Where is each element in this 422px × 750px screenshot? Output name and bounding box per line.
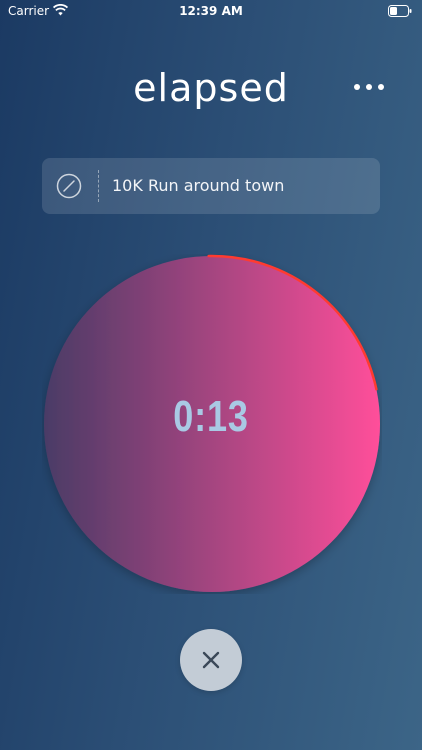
- more-dot: [366, 84, 372, 90]
- task-divider: [98, 170, 99, 202]
- status-bar: Carrier 12:39 AM: [0, 0, 422, 24]
- timer-value: 0:13: [173, 392, 249, 441]
- close-icon: [202, 651, 220, 669]
- status-time: 12:39 AM: [179, 4, 243, 18]
- more-dot: [378, 84, 384, 90]
- close-button[interactable]: [180, 629, 242, 691]
- more-options-button[interactable]: [350, 78, 388, 98]
- task-label: 10K Run around town: [112, 176, 285, 195]
- more-horizontal-icon: [354, 84, 360, 90]
- compass-icon: [56, 173, 82, 199]
- battery-icon: [388, 5, 412, 17]
- task-selector[interactable]: 10K Run around town: [42, 158, 380, 214]
